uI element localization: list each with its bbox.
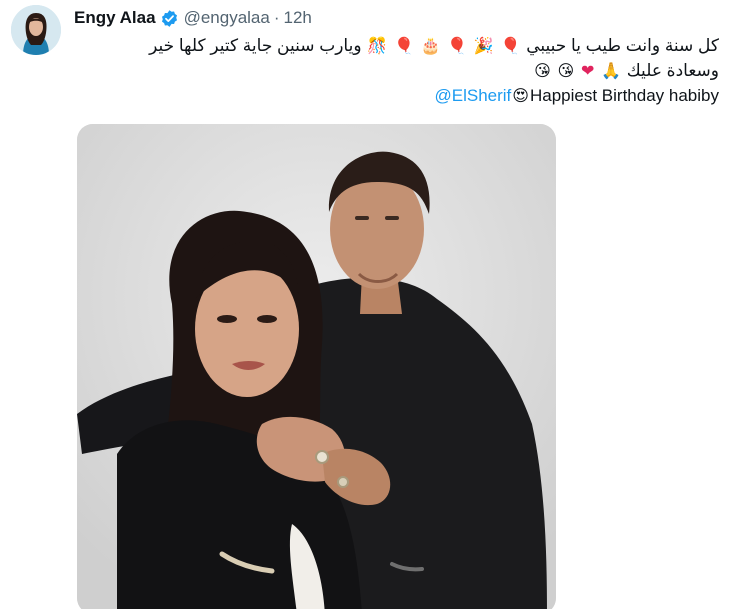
tweet-card: Engy Alaa @engyalaa · 12h كل سنة وانت طي… [0,0,739,609]
tweet-timestamp[interactable]: 12h [284,7,312,29]
birthday-cake-emoji-icon: 🎂 [420,36,441,55]
tweet-line-2: وسعادة عليك 🙏 ❤ 😘 😘 [99,58,719,83]
confetti-ball-emoji-icon: 🎊 [367,36,388,55]
folded-hands-emoji-icon: 🙏 [601,61,621,80]
mention-link[interactable]: @ElSherif [435,86,512,105]
verified-badge-icon [160,9,179,28]
kissing-face-emoji-icon: 😘 [534,61,551,80]
tweet-line-1-text: كل سنة وانت طيب يا حبيبي [526,36,719,55]
party-popper-emoji-icon: 🎉 [473,36,494,55]
author-handle[interactable]: @engyalaa [184,7,270,29]
heart-eyes-emoji-icon: 😍 [512,86,529,105]
balloon-emoji-icon: 🎈 [500,36,521,55]
tweet-line-1: كل سنة وانت طيب يا حبيبي 🎈 🎉 🎈 🎂 🎈 🎊 ويا… [99,33,719,58]
tweet-line-3: @ElSherif😍Happiest Birthday habiby [99,83,720,108]
red-heart-emoji-icon: ❤ [580,61,595,80]
header-separator: · [273,8,280,27]
author-display-name[interactable]: Engy Alaa [74,7,156,29]
tweet-text: كل سنة وانت طيب يا حبيبي 🎈 🎉 🎈 🎂 🎈 🎊 ويا… [99,33,719,108]
tweet-line-2-text: وسعادة عليك [626,61,719,80]
tweet-line-3-text: Happiest Birthday habiby [529,86,719,105]
balloon-emoji-icon: 🎈 [447,36,468,55]
tweet-line-1-text-2: ويارب سنين جاية كتير كلها خير [149,36,362,55]
balloon-emoji-icon: 🎈 [393,36,414,55]
avatar[interactable] [11,5,61,55]
tweet-header: Engy Alaa @engyalaa · 12h [74,7,312,29]
kissing-face-emoji-icon: 😘 [557,61,575,80]
tweet-photo[interactable] [77,124,556,609]
